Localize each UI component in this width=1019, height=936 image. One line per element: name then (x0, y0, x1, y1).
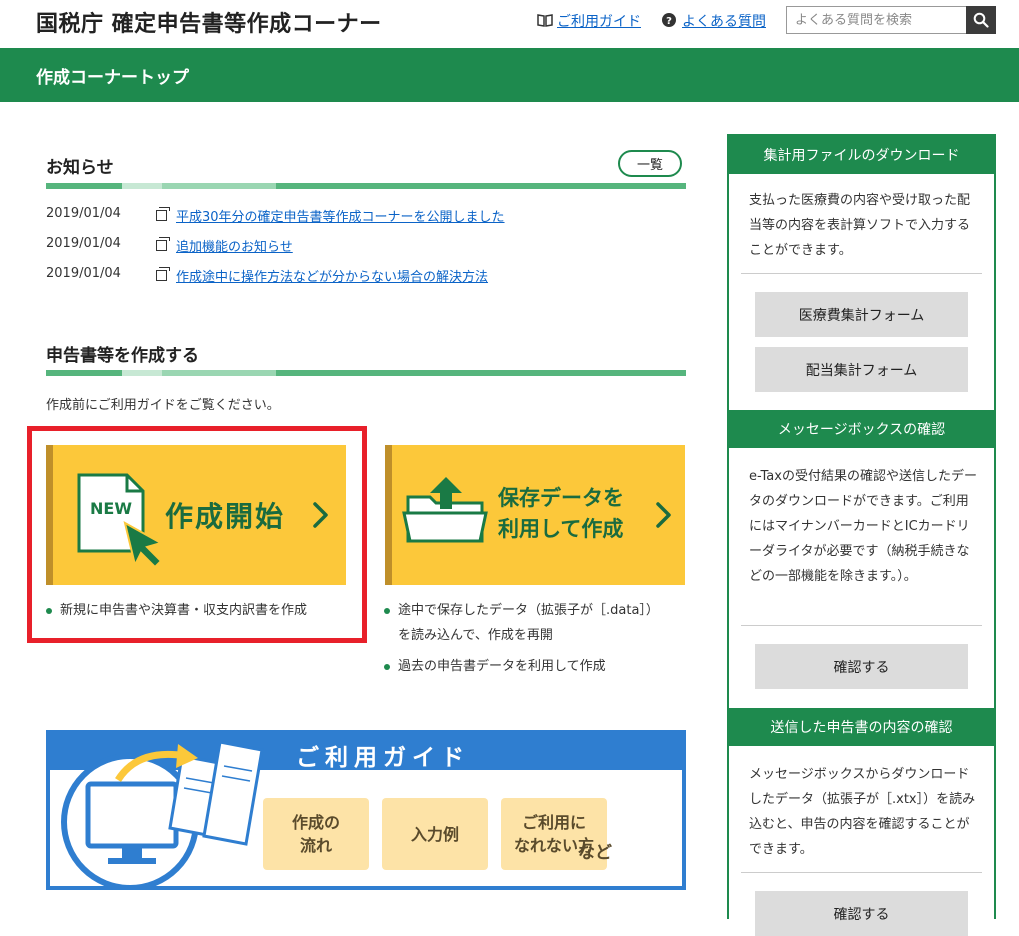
guide-title: ご利用ガイド (296, 745, 470, 771)
use-saved-data-label: 保存データを 利用して作成 (498, 483, 624, 545)
new-badge: NEW (90, 499, 132, 518)
site-header: 国税庁 確定申告書等作成コーナー ご利用ガイド ? よくある質問 (0, 0, 1019, 48)
create-divider (46, 370, 686, 376)
news-link[interactable]: 作成途中に操作方法などが分からない場合の解決方法 (176, 266, 488, 285)
window-icon (156, 237, 170, 251)
search-icon (973, 12, 989, 28)
news-link[interactable]: 平成30年分の確定申告書等作成コーナーを公開しました (176, 206, 505, 225)
news-heading: お知らせ (46, 158, 114, 178)
messagebox-heading: メッセージボックスの確認 (729, 410, 994, 448)
download-text: 支払った医療費の内容や受け取った配当等の内容を表計算ソフトで入力することができま… (749, 193, 971, 258)
divider (741, 625, 982, 626)
use-saved-data-label-line2: 利用して作成 (498, 517, 624, 541)
saved-desc-1-line1: 途中で保存したデータ（拡張子が［.data］） (398, 603, 659, 618)
svg-text:?: ? (666, 16, 672, 27)
guide-link[interactable]: ご利用ガイド (557, 11, 641, 31)
create-note: 作成前にご利用ガイドをご覧ください。 (46, 398, 280, 413)
faq-link[interactable]: よくある質問 (682, 11, 766, 31)
guide-banner[interactable]: ご利用ガイド 作成の 流れ 入力例 ご利用に なれない方 (46, 730, 686, 890)
faq-search-input[interactable] (786, 6, 966, 34)
download-heading: 集計用ファイルのダウンロード (729, 136, 994, 174)
news-divider (46, 183, 686, 189)
use-saved-data-button[interactable]: 保存データを 利用して作成 (385, 445, 685, 585)
saved-desc-1: 途中で保存したデータ（拡張子が［.data］） を読み込んで、作成を再開 (384, 598, 659, 648)
news-date: 2019/01/04 (46, 206, 121, 221)
saved-desc-1-line2: を読み込んで、作成を再開 (398, 628, 553, 643)
dividend-form-button[interactable]: 配当集計フォーム (755, 347, 968, 392)
monitor-documents-icon (61, 740, 264, 886)
window-icon (156, 207, 170, 221)
saved-desc-2: 過去の申告書データを利用して作成 (384, 654, 606, 679)
folder-upload-icon (402, 477, 488, 543)
news-date: 2019/01/04 (46, 236, 121, 251)
medical-form-button[interactable]: 医療費集計フォーム (755, 292, 968, 337)
window-icon (156, 267, 170, 281)
guide-etc: など (578, 843, 612, 863)
use-saved-data-label-line1: 保存データを (498, 486, 624, 510)
create-heading: 申告書等を作成する (46, 346, 199, 366)
book-icon (537, 14, 553, 27)
sent-confirm-button[interactable]: 確認する (755, 891, 968, 936)
news-date: 2019/01/04 (46, 266, 121, 281)
start-new-button[interactable]: NEW 作成開始 (46, 445, 346, 585)
sent-heading: 送信した申告書の内容の確認 (729, 708, 994, 746)
site-title: 国税庁 確定申告書等作成コーナー (36, 12, 382, 37)
chevron-right-icon (656, 502, 671, 528)
new-document-icon: NEW (77, 473, 164, 569)
new-desc: 新規に申告書や決算書・収支内訳書を作成 (45, 598, 307, 623)
news-list-button[interactable]: 一覧 (618, 150, 682, 177)
guide-pill-flow: 作成の 流れ (263, 798, 369, 870)
divider (741, 872, 982, 873)
sent-text: メッセージボックスからダウンロードしたデータ（拡張子が［.xtx］）を読み込むと… (749, 767, 976, 857)
nav-title: 作成コーナートップ (36, 68, 189, 88)
messagebox-confirm-button[interactable]: 確認する (755, 644, 968, 689)
news-link[interactable]: 追加機能のお知らせ (176, 236, 293, 255)
chevron-right-icon (313, 502, 328, 528)
guide-pill-examples: 入力例 (382, 798, 488, 870)
divider (741, 273, 982, 274)
messagebox-text: e-Taxの受付結果の確認や送信したデータのダウンロードができます。ご利用にはマ… (749, 469, 977, 584)
sidebar: 集計用ファイルのダウンロード 支払った医療費の内容や受け取った配当等の内容を表計… (727, 134, 996, 936)
search-button[interactable] (966, 6, 996, 34)
question-icon: ? (662, 13, 676, 27)
start-new-label: 作成開始 (165, 500, 286, 533)
nav-bar: 作成コーナートップ (0, 48, 1019, 102)
